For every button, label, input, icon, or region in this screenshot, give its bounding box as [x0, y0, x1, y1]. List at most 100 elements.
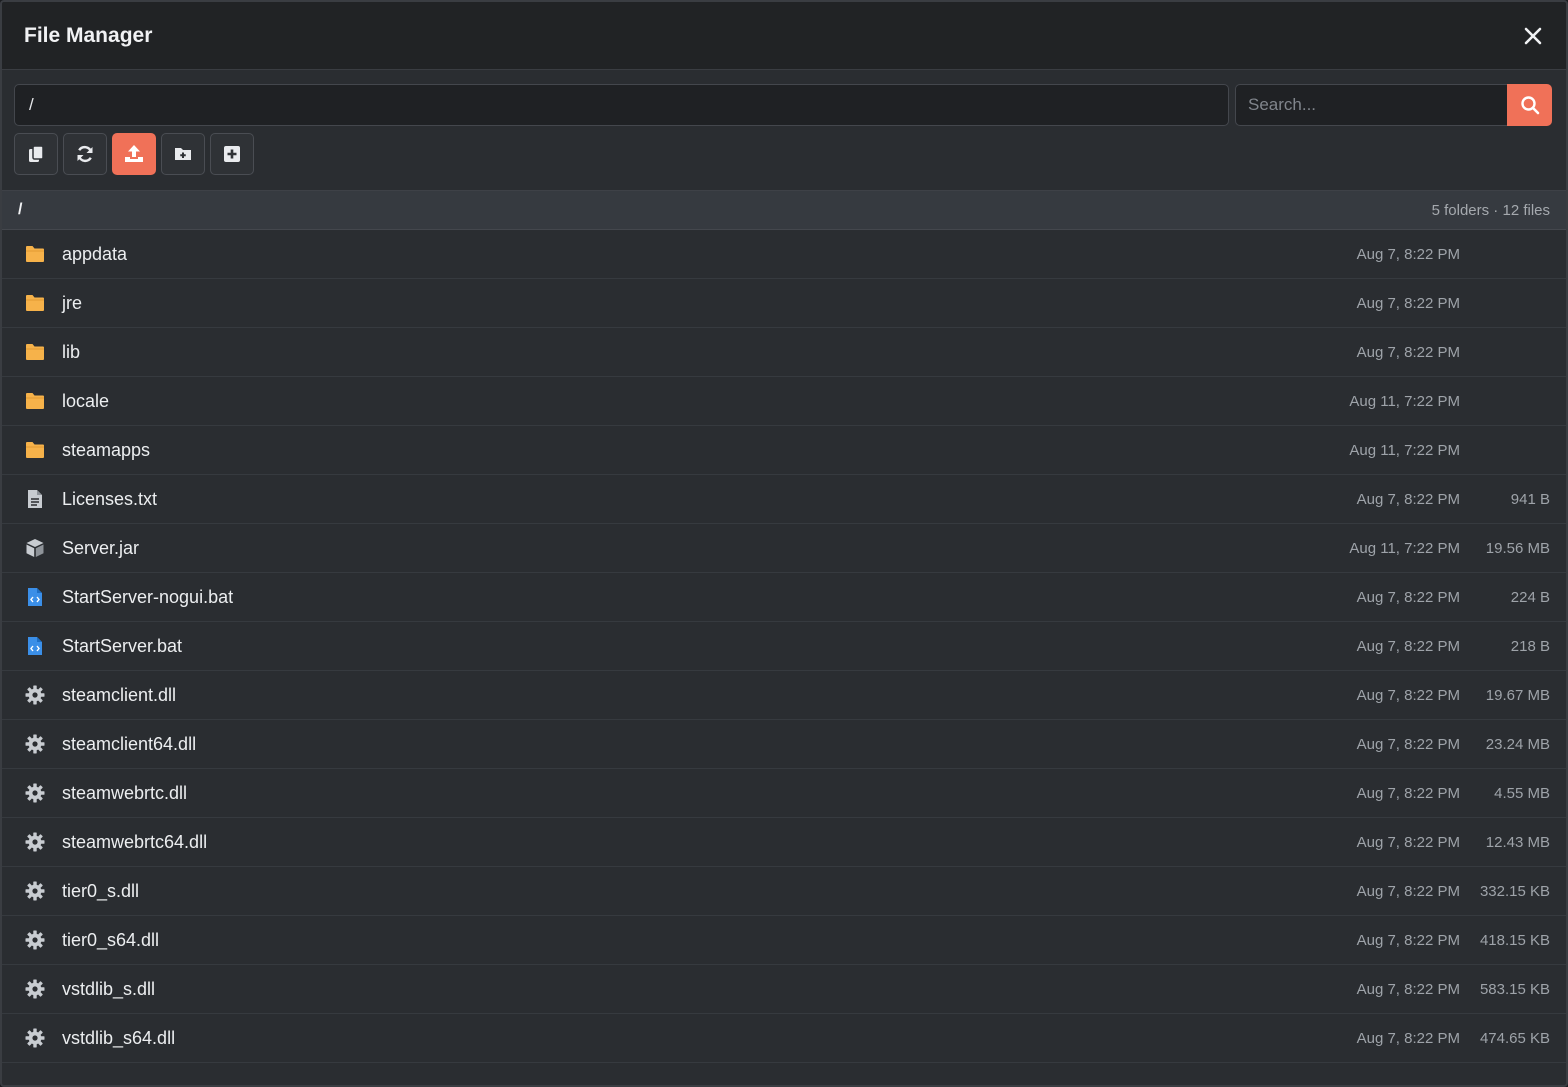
modified-date: Aug 7, 8:22 PM: [1356, 588, 1460, 606]
modified-date: Aug 7, 8:22 PM: [1356, 686, 1460, 704]
modified-date: Aug 7, 8:22 PM: [1356, 294, 1460, 312]
modal-title: File Manager: [24, 23, 153, 47]
gear-icon: [24, 831, 46, 853]
folder-row[interactable]: jre Aug 7, 8:22 PM: [2, 279, 1566, 328]
file-name: jre: [62, 292, 83, 313]
gear-icon: [24, 782, 46, 804]
file-row[interactable]: steamclient64.dll Aug 7, 8:22 PM 23.24 MB: [2, 720, 1566, 769]
modified-date: Aug 7, 8:22 PM: [1356, 490, 1460, 508]
new-folder-button[interactable]: [161, 133, 205, 175]
search-group: [1235, 84, 1552, 126]
modified-date: Aug 7, 8:22 PM: [1356, 637, 1460, 655]
upload-icon: [125, 145, 143, 162]
modified-date: Aug 7, 8:22 PM: [1356, 980, 1460, 998]
file-name: Licenses.txt: [62, 488, 158, 509]
gear-icon: [24, 733, 46, 755]
file-size: 218 B: [1510, 637, 1550, 655]
file-name: tier0_s64.dll: [62, 929, 160, 950]
path-row: [14, 84, 1552, 126]
file-size: 224 B: [1510, 588, 1550, 606]
gear-icon: [24, 684, 46, 706]
search-button[interactable]: [1507, 84, 1552, 126]
file-name: StartServer-nogui.bat: [62, 586, 234, 607]
gear-icon: [24, 1027, 46, 1049]
file-row[interactable]: StartServer.bat Aug 7, 8:22 PM 218 B: [2, 622, 1566, 671]
file-size: 4.55 MB: [1494, 784, 1550, 802]
file-name: lib: [62, 341, 81, 362]
copy-icon: [29, 145, 44, 162]
refresh-button[interactable]: [63, 133, 107, 175]
gear-icon: [24, 880, 46, 902]
folder-row[interactable]: lib Aug 7, 8:22 PM: [2, 328, 1566, 377]
file-size: 19.67 MB: [1485, 686, 1550, 704]
file-name: steamapps: [62, 439, 151, 460]
modal-header: File Manager: [2, 2, 1566, 70]
modified-date: Aug 11, 7:22 PM: [1349, 441, 1460, 459]
file-size: 474.65 KB: [1479, 1029, 1550, 1047]
file-size: 941 B: [1510, 490, 1550, 508]
file-name: appdata: [62, 243, 128, 264]
file-name: steamwebrtc.dll: [62, 782, 188, 803]
file-name: steamclient.dll: [62, 684, 177, 705]
file-row[interactable]: steamwebrtc64.dll Aug 7, 8:22 PM 12.43 MB: [2, 818, 1566, 867]
file-size: 19.56 MB: [1485, 539, 1550, 557]
file-row[interactable]: Licenses.txt Aug 7, 8:22 PM 941 B: [2, 475, 1566, 524]
file-size: 12.43 MB: [1485, 833, 1550, 851]
modified-date: Aug 7, 8:22 PM: [1356, 784, 1460, 802]
search-input[interactable]: [1235, 84, 1507, 126]
close-button[interactable]: [1522, 25, 1544, 47]
folder-row[interactable]: appdata Aug 7, 8:22 PM: [2, 230, 1566, 279]
folder-row[interactable]: locale Aug 11, 7:22 PM: [2, 377, 1566, 426]
file-row[interactable]: StartServer-nogui.bat Aug 7, 8:22 PM 224 B: [2, 573, 1566, 622]
file-name: steamclient64.dll: [62, 733, 197, 754]
action-buttons: [14, 133, 1552, 175]
folder-row[interactable]: steamapps Aug 11, 7:22 PM: [2, 426, 1566, 475]
file-list: appdata Aug 7, 8:22 PM jre Aug 7, 8:22 PM li…: [2, 230, 1566, 1063]
code-file-icon: [24, 586, 46, 608]
file-name: Server.jar: [62, 537, 140, 558]
new-file-button[interactable]: [210, 133, 254, 175]
text-file-icon: [24, 488, 46, 510]
file-row[interactable]: tier0_s64.dll Aug 7, 8:22 PM 418.15 KB: [2, 916, 1566, 965]
folder-icon: [24, 439, 46, 461]
search-icon: [1520, 96, 1539, 115]
code-file-icon: [24, 635, 46, 657]
modified-date: Aug 7, 8:22 PM: [1356, 833, 1460, 851]
file-name: steamwebrtc64.dll: [62, 831, 208, 852]
modified-date: Aug 7, 8:22 PM: [1356, 245, 1460, 263]
item-count: 5 folders · 12 files: [1431, 201, 1550, 219]
refresh-icon: [77, 146, 93, 162]
new-folder-icon: [175, 148, 191, 160]
upload-button[interactable]: [112, 133, 156, 175]
file-size: 418.15 KB: [1479, 931, 1550, 949]
close-icon: [1524, 27, 1542, 44]
gear-icon: [24, 978, 46, 1000]
file-manager-modal: File Manager / Search... / 5 folders · 1…: [0, 0, 1568, 1087]
file-name: StartServer.bat: [62, 635, 183, 656]
file-row[interactable]: steamwebrtc.dll Aug 7, 8:22 PM 4.55 MB: [2, 769, 1566, 818]
file-size: 583.15 KB: [1479, 980, 1550, 998]
folder-icon: [24, 243, 46, 265]
file-name: vstdlib_s64.dll: [62, 1027, 176, 1048]
toolbar-area: [2, 70, 1566, 190]
file-row[interactable]: tier0_s.dll Aug 7, 8:22 PM 332.15 KB: [2, 867, 1566, 916]
new-file-icon: [224, 146, 240, 162]
current-path-label: /: [18, 201, 23, 218]
file-size: 332.15 KB: [1479, 882, 1550, 900]
modified-date: Aug 11, 7:22 PM: [1349, 392, 1460, 410]
modified-date: Aug 7, 8:22 PM: [1356, 882, 1460, 900]
file-name: locale: [62, 390, 110, 411]
modified-date: Aug 7, 8:22 PM: [1356, 931, 1460, 949]
path-input[interactable]: [14, 84, 1229, 126]
folder-icon: [24, 390, 46, 412]
file-row[interactable]: vstdlib_s.dll Aug 7, 8:22 PM 583.15 KB: [2, 965, 1566, 1014]
folder-icon: [24, 292, 46, 314]
file-row[interactable]: vstdlib_s64.dll Aug 7, 8:22 PM 474.65 KB: [2, 1014, 1566, 1063]
list-header: / 5 folders · 12 files: [2, 190, 1566, 230]
file-row[interactable]: steamclient.dll Aug 7, 8:22 PM 19.67 MB: [2, 671, 1566, 720]
copy-button[interactable]: [14, 133, 58, 175]
modified-date: Aug 7, 8:22 PM: [1356, 1029, 1460, 1047]
file-name: tier0_s.dll: [62, 880, 140, 901]
file-row[interactable]: Server.jar Aug 11, 7:22 PM 19.56 MB: [2, 524, 1566, 573]
modified-date: Aug 7, 8:22 PM: [1356, 343, 1460, 361]
